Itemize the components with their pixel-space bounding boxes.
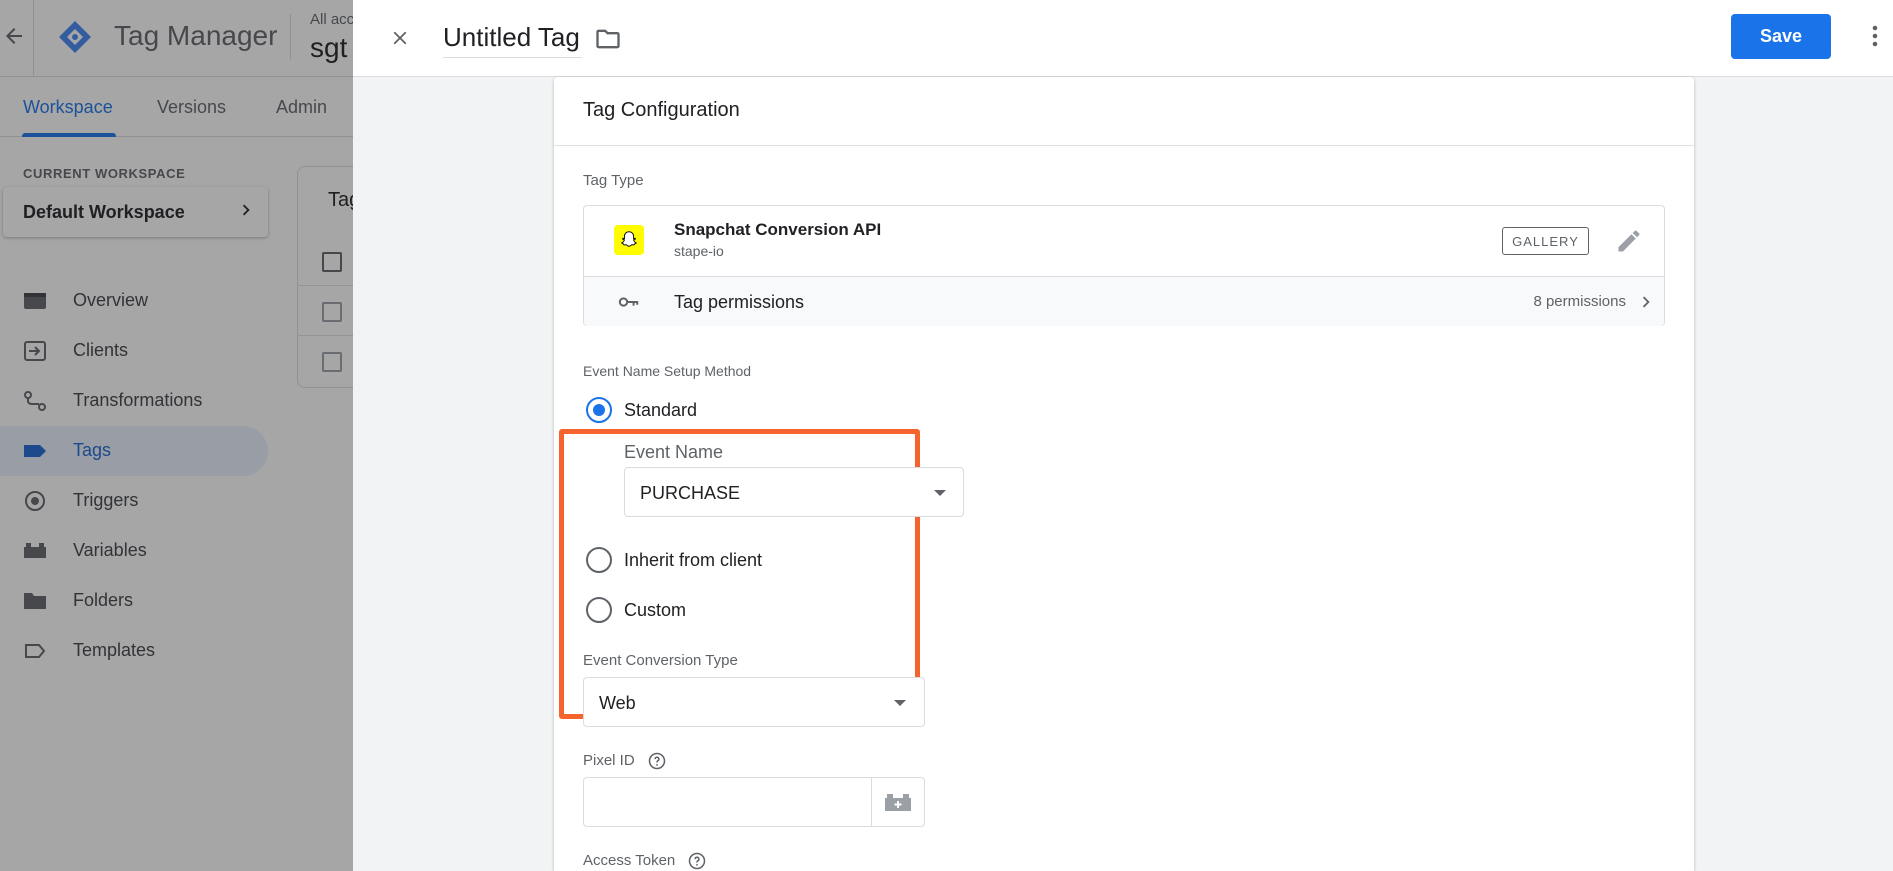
access-token-label: Access Token <box>583 852 676 869</box>
radio-custom[interactable] <box>586 597 612 623</box>
drawer-header: Untitled Tag Save <box>353 0 1893 77</box>
tag-type-row[interactable]: Snapchat Conversion API stape-io GALLERY <box>584 206 1664 276</box>
tag-permissions-label: Tag permissions <box>674 292 805 312</box>
variable-picker-button[interactable] <box>871 778 924 826</box>
event-name-value: PURCHASE <box>640 483 741 503</box>
tag-permissions-row[interactable]: Tag permissions 8 permissions <box>584 276 1664 326</box>
event-conversion-type-value: Web <box>599 693 636 713</box>
close-button[interactable] <box>384 22 416 54</box>
radio-inherit-label[interactable]: Inherit from client <box>624 550 762 571</box>
pixel-id-label: Pixel ID <box>583 752 635 769</box>
dropdown-arrow-icon <box>934 490 946 496</box>
pixel-id-input[interactable] <box>583 777 925 827</box>
radio-standard-label[interactable]: Standard <box>624 400 697 421</box>
help-icon[interactable] <box>688 852 706 870</box>
tag-type-name: Snapchat Conversion API <box>674 220 882 239</box>
card-divider <box>554 145 1694 146</box>
snapchat-icon <box>614 225 644 255</box>
tag-editor-drawer: Untitled Tag Save Tag Configuration Tag … <box>353 0 1893 871</box>
event-name-method-label: Event Name Setup Method <box>583 363 752 379</box>
gallery-button[interactable]: GALLERY <box>1502 227 1589 255</box>
event-conversion-type-select[interactable]: Web <box>583 677 925 727</box>
key-icon <box>618 292 640 312</box>
more-vert-icon[interactable] <box>1863 20 1887 52</box>
chevron-right-icon <box>1635 291 1657 313</box>
tag-type-vendor: stape-io <box>674 243 724 259</box>
radio-standard[interactable] <box>586 397 612 423</box>
radio-inherit-from-client[interactable] <box>586 547 612 573</box>
tag-name-input[interactable]: Untitled Tag <box>443 20 582 58</box>
event-conversion-type-label: Event Conversion Type <box>583 652 738 669</box>
close-icon <box>393 31 407 45</box>
help-icon[interactable] <box>648 752 666 770</box>
tag-configuration-card: Tag Configuration Tag Type Snapchat Conv… <box>554 77 1694 871</box>
save-button[interactable]: Save <box>1731 14 1831 59</box>
radio-custom-label[interactable]: Custom <box>624 600 686 621</box>
tag-type-box: Snapchat Conversion API stape-io GALLERY… <box>583 205 1665 326</box>
folder-icon[interactable] <box>593 25 623 53</box>
permissions-count: 8 permissions <box>1533 293 1626 310</box>
edit-pencil-icon[interactable] <box>1615 227 1643 255</box>
card-title: Tag Configuration <box>583 99 740 121</box>
event-name-select[interactable]: PURCHASE <box>624 467 964 517</box>
variable-icon <box>885 794 911 811</box>
event-name-label: Event Name <box>624 442 724 462</box>
tag-type-label: Tag Type <box>583 172 644 189</box>
dropdown-arrow-icon <box>894 700 906 706</box>
